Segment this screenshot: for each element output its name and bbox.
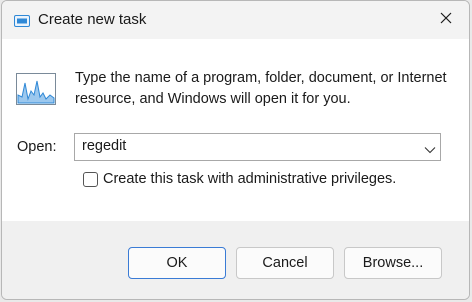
run-dialog-icon [14, 14, 30, 27]
ok-button[interactable]: OK [128, 247, 226, 279]
close-icon [440, 11, 452, 29]
chevron-down-icon[interactable] [424, 142, 436, 154]
open-label: Open: [17, 139, 57, 155]
close-button[interactable] [423, 1, 469, 39]
admin-privileges-option[interactable]: Create this task with administrative pri… [83, 168, 396, 190]
dialog-content: Type the name of a program, folder, docu… [2, 39, 469, 221]
dialog-title: Create new task [38, 11, 147, 28]
create-new-task-dialog: Create new task Type the name of a progr… [1, 0, 470, 300]
button-bar: OK Cancel Browse... [2, 221, 469, 299]
title-bar[interactable]: Create new task [2, 1, 469, 39]
open-input[interactable]: regedit [82, 138, 126, 154]
open-combobox[interactable]: regedit [74, 133, 441, 161]
admin-privileges-checkbox[interactable] [83, 171, 98, 187]
task-manager-graph-icon [16, 73, 56, 105]
cancel-button[interactable]: Cancel [236, 247, 334, 279]
admin-privileges-label[interactable]: Create this task with administrative pri… [103, 171, 396, 187]
description-text: Type the name of a program, folder, docu… [75, 70, 447, 107]
browse-button[interactable]: Browse... [344, 247, 442, 279]
